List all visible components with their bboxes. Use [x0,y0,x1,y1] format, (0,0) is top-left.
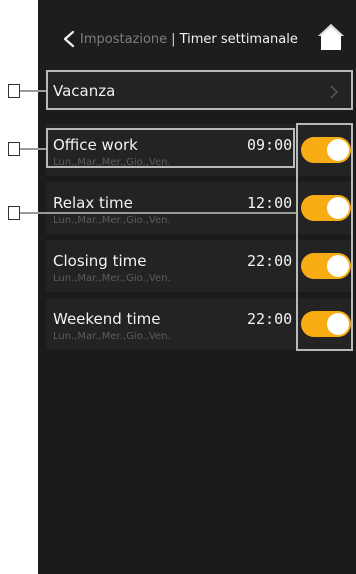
home-icon[interactable] [316,22,346,52]
callout-marker [8,206,20,220]
timer-name: Closing time [53,252,147,270]
toggle-column-highlight [296,123,353,351]
timer-highlight [46,128,295,168]
timer-time: 22:00 [247,310,293,328]
breadcrumb-separator: | [171,32,176,47]
page-title: Timer settimanale [179,32,298,47]
timer-name: Weekend time [53,310,161,328]
back-chevron-icon[interactable] [62,30,76,48]
timer-time: 12:00 [247,194,293,212]
callout-line [20,90,46,92]
breadcrumb: Impostazione | Timer settimanale [80,30,298,50]
timer-name: Relax time [53,194,133,212]
callout-marker [8,142,20,156]
timer-time: 22:00 [247,252,293,270]
callout-marker [8,84,20,98]
callout-line [20,148,46,150]
header-bar: Impostazione | Timer settimanale [38,0,356,74]
vacation-highlight [46,70,353,110]
timer-days: Lun.,Mar.,Mer.,Gio.,Ven. [53,331,171,342]
app-screen: Impostazione | Timer settimanale Vacanza O… [38,0,356,574]
breadcrumb-parent[interactable]: Impostazione [80,32,167,47]
timer-days: Lun.,Mar.,Mer.,Gio.,Ven. [53,273,171,284]
timer-days: Lun.,Mar.,Mer.,Gio.,Ven. [53,215,171,226]
callout-line [20,212,296,214]
